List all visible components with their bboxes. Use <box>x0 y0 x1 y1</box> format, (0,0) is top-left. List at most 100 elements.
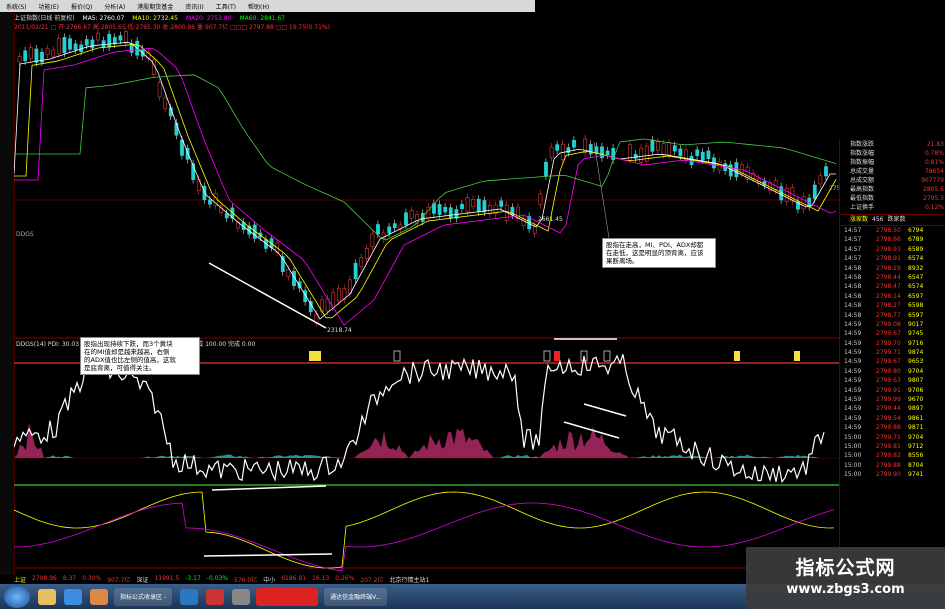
tick-price: 2798.14 <box>876 292 901 300</box>
tool-icon[interactable] <box>232 588 251 605</box>
tick-time: 14:59 <box>844 358 862 366</box>
stat-value: 0.81% <box>924 159 944 166</box>
stat-row: 指数振幅 0.81% <box>840 158 945 167</box>
candle-body <box>353 262 358 280</box>
tick-time: 14:57 <box>844 236 862 244</box>
ie-icon[interactable] <box>180 588 199 605</box>
candle-body <box>572 140 576 148</box>
tick-time: 14:59 <box>844 349 862 357</box>
tick-price: 2799.67 <box>876 358 901 366</box>
indicator-fill-teal <box>254 454 344 458</box>
tick-volume: 9861 <box>908 414 924 422</box>
chart-area[interactable]: DDGS 2750 2661.45 2318.74 DDGS(14) PDI: … <box>13 20 844 575</box>
indicator-fill-magenta <box>539 426 629 458</box>
tick-row: 14:59 2799.71 9874 <box>840 348 945 357</box>
stat-value: 907779 <box>921 177 944 184</box>
taskbar-button-redacted[interactable] <box>256 587 319 606</box>
candle-body <box>387 226 392 234</box>
taskbar-button-formula[interactable]: 指标公式收录区 - <box>114 587 173 606</box>
status-value: 6186.91 <box>281 575 307 582</box>
status-value: 907.7亿 <box>107 577 131 584</box>
tick-time: 14:59 <box>844 424 862 432</box>
stat-label: 总成交额 <box>850 177 875 184</box>
candle-body <box>706 150 711 159</box>
tab-up-count[interactable]: 涨家数 <box>850 215 868 225</box>
status-value: 2798.96 <box>32 575 57 582</box>
indicator-line-adx <box>13 502 835 572</box>
media-icon[interactable] <box>90 588 108 605</box>
candle-body <box>96 32 100 41</box>
candle-body <box>471 199 476 208</box>
candle-body <box>124 31 128 44</box>
tick-row: 15:00 2799.82 8556 <box>840 451 945 460</box>
taskbar-button-tdx[interactable]: 通达信金融终端V... <box>324 587 388 606</box>
stat-row: 总成交额 907779 <box>840 176 945 185</box>
ma20-line <box>14 47 837 326</box>
candle-body <box>812 184 817 199</box>
stat-label: 指数振幅 <box>850 159 875 166</box>
tick-time: 14:59 <box>844 339 862 347</box>
candle-body <box>488 204 492 215</box>
tick-volume: 9807 <box>908 377 924 385</box>
signal-mark <box>603 350 611 362</box>
tick-volume: 9706 <box>908 386 924 394</box>
tab-down-count[interactable]: 跌家数 <box>887 215 905 225</box>
candle-body <box>824 166 828 177</box>
candle-body <box>34 48 39 63</box>
tick-volume: 9745 <box>908 330 924 338</box>
stat-label: 总成交量 <box>850 168 875 175</box>
candlestick-series <box>17 27 828 327</box>
menu-item-info[interactable]: 资讯(I) <box>185 2 203 11</box>
candle-body <box>157 82 162 98</box>
tick-volume: 6589 <box>908 245 924 253</box>
status-value: 0.30% <box>82 575 102 582</box>
tick-time: 14:57 <box>844 245 862 253</box>
candle-body <box>101 40 106 48</box>
tick-price: 2799.88 <box>876 424 901 432</box>
candle-body <box>549 146 554 158</box>
tick-price: 2799.90 <box>876 471 901 479</box>
tick-price: 2799.88 <box>876 461 901 469</box>
folder-icon[interactable] <box>38 588 56 605</box>
status-value: 576.0亿 <box>234 577 258 584</box>
candle-body <box>73 43 78 51</box>
status-value: -3.17 <box>185 575 201 582</box>
tick-price: 2798.47 <box>876 283 901 291</box>
tick-volume: 6794 <box>908 227 924 234</box>
tick-time: 15:00 <box>844 433 862 441</box>
tick-volume: 6597 <box>908 292 924 300</box>
menu-item-tools[interactable]: 工具(T) <box>216 2 236 11</box>
tick-time: 15:00 <box>844 461 862 469</box>
candle-body <box>51 49 56 57</box>
menu-item-function[interactable]: 功能(E) <box>39 2 59 11</box>
tick-volume: 6574 <box>908 255 924 263</box>
candle-body <box>538 193 543 206</box>
menu-item-analysis[interactable]: 分析(A) <box>104 2 125 11</box>
menu-item-system[interactable]: 系统(S) <box>6 2 27 11</box>
annotation-bottom-divergence: 股指出现持续下跌，而3个黄块 在的MI值却是越来越高，右侧 的ADX值也比左侧的… <box>80 337 200 375</box>
tick-price: 2799.08 <box>876 320 901 328</box>
tick-list[interactable]: 14:57 2798.50 6794 14:57 2798.66 6789 14:57 279… <box>840 226 945 480</box>
tick-time: 14:59 <box>844 386 862 394</box>
candle-body <box>672 145 677 152</box>
tick-volume: 9897 <box>908 405 924 413</box>
stat-row: 最高指数 2805.6 <box>840 185 945 194</box>
candle-body <box>56 38 61 55</box>
candle-body <box>376 224 380 235</box>
tab-up-number: 456 <box>872 216 884 223</box>
menu-item-quote[interactable]: 报价(Q) <box>71 2 92 11</box>
candle-body <box>163 97 168 109</box>
ma60-line <box>14 74 837 241</box>
tick-price: 2799.67 <box>876 330 901 338</box>
tick-price: 2798.93 <box>876 245 901 253</box>
tick-row: 14:57 2798.50 6794 <box>840 226 945 235</box>
menu-item-hk[interactable]: 港股期货基金 <box>137 2 173 11</box>
tick-row: 14:58 2798.77 6597 <box>840 311 945 320</box>
start-button[interactable] <box>4 585 30 608</box>
browser-icon[interactable] <box>64 588 82 605</box>
menu-item-help[interactable]: 帮助(H) <box>248 2 269 11</box>
app-icon[interactable] <box>206 588 225 605</box>
breadth-tabs[interactable]: 涨家数 456 跌家数 <box>840 214 945 226</box>
stat-value: 0.12% <box>924 204 944 211</box>
candle-body <box>482 200 487 213</box>
